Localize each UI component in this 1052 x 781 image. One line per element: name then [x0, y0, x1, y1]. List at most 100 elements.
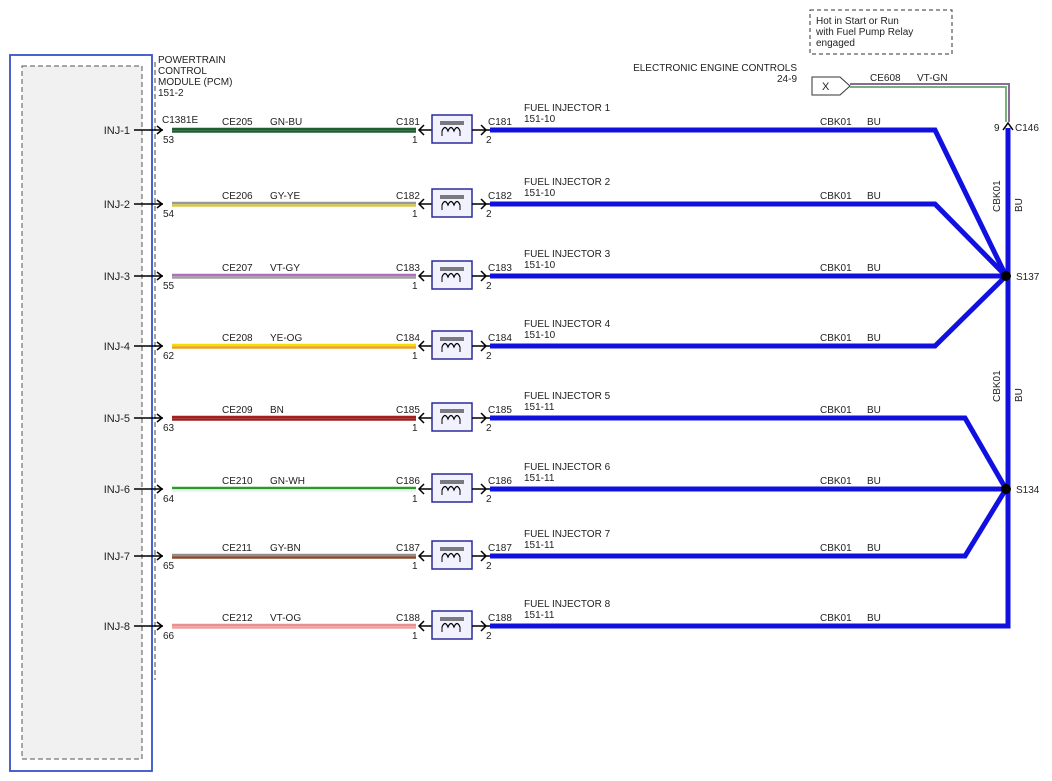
note-line3: engaged: [816, 38, 855, 49]
connector-right-4: C184: [488, 333, 512, 344]
connector-left-1: C181: [396, 117, 420, 128]
injector-8-component[interactable]: [431, 610, 473, 640]
source-symbol-label: X: [822, 81, 830, 93]
wire-circuit-1: CE205: [222, 117, 253, 128]
out-color-1: BU: [867, 117, 881, 128]
connector-pin1-3: 1: [412, 281, 418, 292]
pcm-pin-label-7: INJ-7: [104, 551, 130, 563]
out-circuit-1: CBK01: [820, 117, 852, 128]
connector-pin2-1: 2: [486, 135, 492, 146]
injector-name-6: FUEL INJECTOR 6: [524, 462, 611, 473]
connector-left-5: C185: [396, 405, 420, 416]
bus-branch-4: [490, 274, 1008, 349]
injector-name-8: FUEL INJECTOR 8: [524, 599, 611, 610]
splice-upper-dot[interactable]: [1001, 271, 1011, 281]
source-circuit: CE608: [870, 73, 901, 84]
connector-pin2-8: 2: [486, 631, 492, 642]
injector-4-component[interactable]: [431, 330, 473, 360]
injector-6-component[interactable]: [431, 473, 473, 503]
connector-left-4: C184: [396, 333, 420, 344]
note-line2: with Fuel Pump Relay: [815, 27, 913, 38]
bus-branch-5: [490, 415, 1009, 491]
pcm-pin-label-1: INJ-1: [104, 125, 130, 137]
injector-1-box: [431, 114, 473, 144]
injector-7-component[interactable]: [431, 540, 473, 570]
injector-ref-1: 151-10: [524, 114, 556, 125]
vbus-lower-circuit: CBK01: [992, 370, 1003, 402]
injector-1-component[interactable]: [431, 114, 473, 144]
connector-right-3: C183: [488, 263, 512, 274]
out-color-5: BU: [867, 405, 881, 416]
connector-pin2-2: 2: [486, 209, 492, 220]
injector-row-4: INJ-4 62 CE208 YE-OG C184 1 C184 2 FUEL INJECTOR…: [104, 319, 881, 362]
injector-row-3: INJ-3 55 CE207 VT-GY C183 1 C183 2 FUEL INJECTOR…: [104, 249, 881, 292]
power-source[interactable]: X: [811, 76, 851, 96]
wire-color-code-1: GN-BU: [270, 117, 302, 128]
connector-right-2: C182: [488, 191, 512, 202]
pcm-pin-number-7: 65: [163, 561, 175, 572]
connector-right-1: C181: [488, 117, 512, 128]
out-color-8: BU: [867, 613, 881, 624]
pcm-pin-number-8: 66: [163, 631, 175, 642]
injector-2-component[interactable]: [431, 188, 473, 218]
injector-row-1: INJ-1 53 CE205 GN-BU C181 1 C181 2 FUEL INJECTOR…: [104, 103, 881, 146]
vbus-lower-color: BU: [1014, 388, 1025, 402]
source-symbol: [811, 76, 851, 96]
out-circuit-3: CBK01: [820, 263, 852, 274]
pcm-name-line1: POWERTRAIN: [158, 55, 226, 66]
injector-ref-7: 151-11: [524, 540, 555, 551]
injector-5-component[interactable]: [431, 402, 473, 432]
wire-circuit-3: CE207: [222, 263, 253, 274]
pcm-pin-number-3: 55: [163, 281, 175, 292]
injector-name-3: FUEL INJECTOR 3: [524, 249, 611, 260]
wire-color-code-4: YE-OG: [270, 333, 302, 344]
injector-row-5: INJ-5 63 CE209 BN C185 1 C185 2 FUEL INJECTOR 51…: [104, 391, 881, 434]
connector-pin2-4: 2: [486, 351, 492, 362]
pcm-name-line2: CONTROL: [158, 66, 207, 77]
connector-pin1-7: 1: [412, 561, 418, 572]
injector-name-1: FUEL INJECTOR 1: [524, 103, 611, 114]
wire-circuit-4: CE208: [222, 333, 253, 344]
ground-bus: [490, 127, 1011, 629]
source-connector: C146: [1015, 123, 1039, 134]
injector-row-8: INJ-8 66 CE212 VT-OG C188 1 C188 2 FUEL INJECTOR…: [104, 599, 881, 642]
splice-upper-label: S137: [1016, 272, 1040, 283]
connector-left-7: C187: [396, 543, 420, 554]
pcm-module[interactable]: [9, 54, 153, 772]
splice-lower-dot[interactable]: [1001, 484, 1011, 494]
vbus-upper-circuit: CBK01: [992, 180, 1003, 212]
pcm-pin-number-1: 53: [163, 135, 175, 146]
injector-5-box: [431, 402, 473, 432]
injector-name-7: FUEL INJECTOR 7: [524, 529, 611, 540]
out-color-7: BU: [867, 543, 881, 554]
connector-pin1-8: 1: [412, 631, 418, 642]
injector-ref-5: 151-11: [524, 402, 555, 413]
injector-3-component[interactable]: [431, 260, 473, 290]
connector-right-7: C187: [488, 543, 512, 554]
pcm-ref: 151-2: [158, 88, 184, 99]
wire-circuit-6: CE210: [222, 476, 253, 487]
injector-name-5: FUEL INJECTOR 5: [524, 391, 611, 402]
injector-ref-3: 151-10: [524, 260, 556, 271]
injector-ref-2: 151-10: [524, 188, 556, 199]
connector-pin2-3: 2: [486, 281, 492, 292]
pcm-pin-label-2: INJ-2: [104, 199, 130, 211]
wire-circuit-7: CE211: [222, 543, 252, 554]
injector-ref-4: 151-10: [524, 330, 556, 341]
pcm-pin-label-4: INJ-4: [104, 341, 130, 353]
wire-color-code-6: GN-WH: [270, 476, 305, 487]
out-circuit-4: CBK01: [820, 333, 852, 344]
pcm-pin-number-6: 64: [163, 494, 175, 505]
out-color-6: BU: [867, 476, 881, 487]
out-circuit-8: CBK01: [820, 613, 852, 624]
wire-color-code-5: BN: [270, 405, 284, 416]
bus-branch-7: [490, 487, 1009, 559]
note-line1: Hot in Start or Run: [816, 16, 899, 27]
eec-ref: 24-9: [777, 74, 797, 85]
connector-pin2-5: 2: [486, 423, 492, 434]
connector-left-2: C182: [396, 191, 420, 202]
source-color: VT-GN: [917, 73, 948, 84]
injector-7-box: [431, 540, 473, 570]
connector-pin1-5: 1: [412, 423, 418, 434]
injector-2-box: [431, 188, 473, 218]
